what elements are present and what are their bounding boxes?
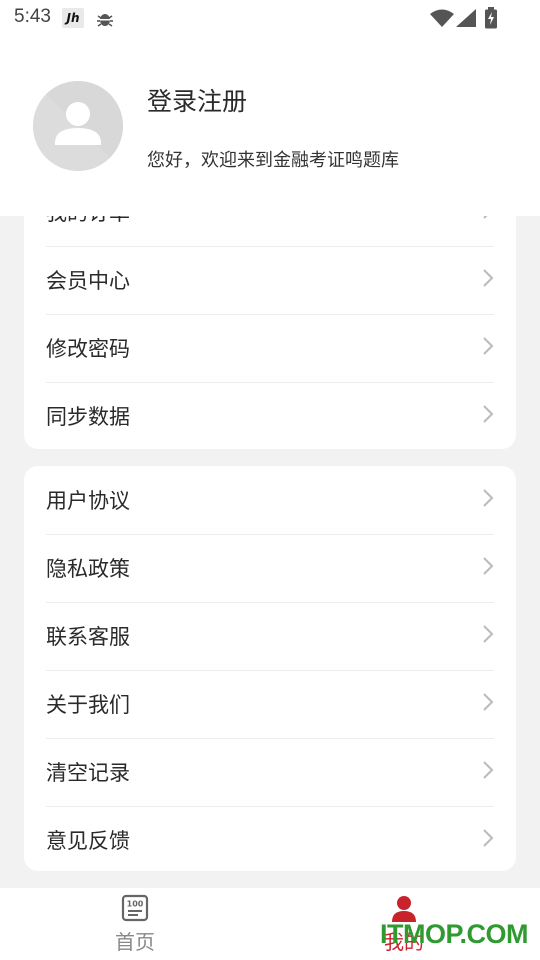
menu-card-account: 我的订单 会员中心 修改密码 同步数据 [24,178,516,449]
chevron-right-icon [482,488,494,512]
menu-item-label: 用户协议 [46,489,130,513]
score-100-icon: 100 [75,894,195,924]
chevron-right-icon [482,268,494,292]
login-register-title[interactable]: 登录注册 [147,82,247,118]
profile-header[interactable]: 登录注册 您好，欢迎来到金融考证鸣题库 [0,40,540,216]
menu-item-label: 意见反馈 [46,829,130,853]
chevron-right-icon [482,760,494,784]
welcome-text: 您好，欢迎来到金融考证鸣题库 [147,150,399,171]
signal-icon [456,9,476,31]
menu-item-label: 关于我们 [46,693,130,717]
menu-item-feedback[interactable]: 意见反馈 [46,806,494,871]
svg-text:100: 100 [127,900,144,909]
menu-card-info: 用户协议 隐私政策 联系客服 关于我们 清空记录 意见反馈 [24,466,516,871]
menu-item-label: 会员中心 [46,269,130,293]
menu-item-label: 修改密码 [46,337,130,361]
nav-item-home[interactable]: 100 首页 [75,888,195,960]
wifi-icon [430,9,454,31]
status-time: 5:43 [14,6,51,27]
menu-item-change-password[interactable]: 修改密码 [46,314,494,383]
menu-item-privacy-policy[interactable]: 隐私政策 [46,534,494,603]
status-bar: 5:43 Jh [0,0,540,40]
chevron-right-icon [482,624,494,648]
menu-item-contact-support[interactable]: 联系客服 [46,602,494,671]
chevron-right-icon [482,828,494,852]
menu-item-label: 隐私政策 [46,557,130,581]
bug-icon [96,10,114,32]
nav-label-home: 首页 [115,930,155,954]
user-avatar-icon[interactable] [33,81,123,171]
chevron-right-icon [482,336,494,360]
menu-item-label: 联系客服 [46,625,130,649]
chevron-right-icon [482,692,494,716]
chevron-right-icon [482,404,494,428]
menu-item-label: 清空记录 [46,761,130,785]
menu-item-sync-data[interactable]: 同步数据 [46,382,494,449]
menu-item-label: 同步数据 [46,405,130,429]
menu-item-about-us[interactable]: 关于我们 [46,670,494,739]
menu-item-clear-records[interactable]: 清空记录 [46,738,494,807]
chevron-right-icon [482,556,494,580]
app-notification-icon: Jh [62,8,84,28]
menu-item-member-center[interactable]: 会员中心 [46,246,494,315]
battery-icon [484,7,498,33]
watermark: ITMOP.COM [380,919,529,949]
menu-item-user-agreement[interactable]: 用户协议 [46,466,494,535]
